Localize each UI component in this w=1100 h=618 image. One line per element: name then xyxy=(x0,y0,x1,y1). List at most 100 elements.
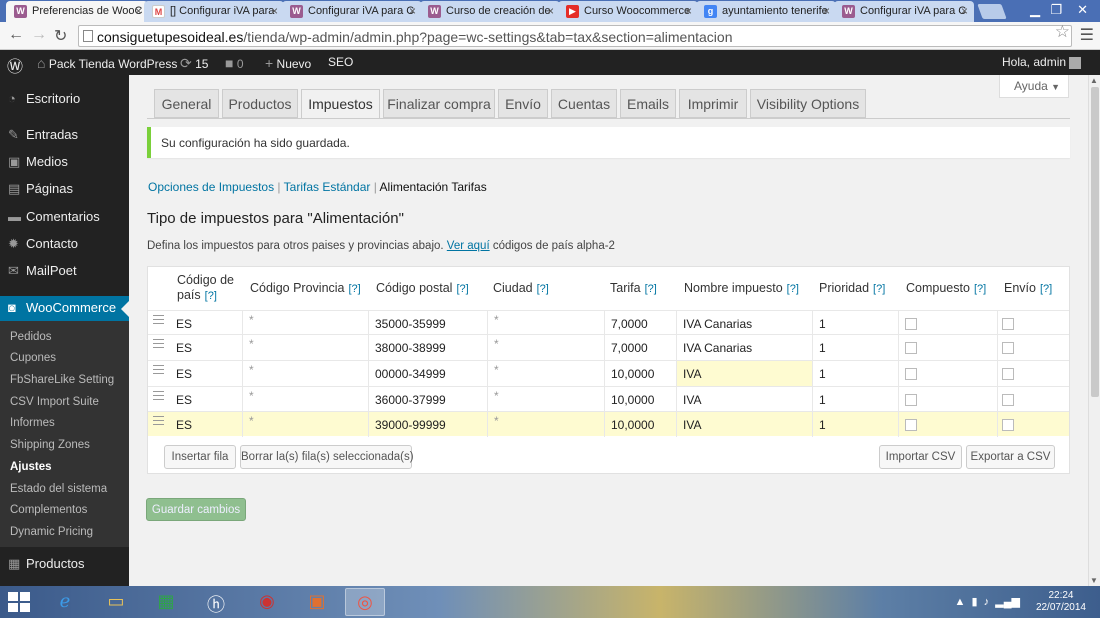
state-input[interactable]: * xyxy=(242,412,368,437)
tab-visibility-options[interactable]: Visibility Options xyxy=(750,89,866,118)
rate-input[interactable]: 7,0000 xyxy=(604,335,676,360)
menu-products[interactable]: ▦ Productos xyxy=(8,556,85,572)
scroll-up-arrow-icon[interactable]: ▲ xyxy=(1090,76,1098,85)
submenu-coupons[interactable]: Cupones xyxy=(10,352,56,364)
back-arrow-icon[interactable]: ← xyxy=(8,26,24,44)
tax-name-input[interactable]: IVA xyxy=(676,387,812,412)
drag-handle-icon[interactable] xyxy=(153,391,164,403)
country-input[interactable]: ES xyxy=(170,387,242,412)
forward-arrow-icon[interactable]: → xyxy=(31,26,47,44)
postcode-input[interactable]: 38000-38999 xyxy=(368,335,487,360)
browser-tab-2[interactable]: M [] Configurar iVA para × xyxy=(144,1,284,22)
shipping-checkbox[interactable] xyxy=(1002,394,1014,406)
priority-input[interactable]: 1 xyxy=(812,335,898,360)
browser-tab-1[interactable]: W Preferencias de WooC × xyxy=(6,1,148,22)
table-row[interactable]: ES * 35000-35999 * 7,0000 IVA Canarias 1 xyxy=(148,310,1069,336)
country-input[interactable]: ES xyxy=(170,335,242,360)
priority-input[interactable]: 1 xyxy=(812,311,898,336)
drag-handle-icon[interactable] xyxy=(153,416,164,428)
close-tab-icon[interactable]: × xyxy=(961,4,968,18)
tax-name-input[interactable]: IVA Canarias xyxy=(676,335,812,360)
close-tab-icon[interactable]: × xyxy=(685,4,692,18)
submenu-reports[interactable]: Informes xyxy=(10,417,55,429)
comments-link[interactable]: ■ 0 xyxy=(225,55,244,71)
my-account-link[interactable]: Hola, admin xyxy=(1002,55,1082,69)
compound-checkbox[interactable] xyxy=(905,342,917,354)
rate-input[interactable]: 10,0000 xyxy=(604,387,676,412)
compound-checkbox[interactable] xyxy=(905,318,917,330)
tax-name-input[interactable]: IVA xyxy=(676,412,812,437)
close-tab-icon[interactable]: × xyxy=(409,4,416,18)
table-row[interactable]: ES * 39000-99999 * 10,0000 IVA 1 xyxy=(148,411,1069,437)
submenu-fbsharelike[interactable]: FbShareLike Setting xyxy=(10,374,114,386)
menu-pages[interactable]: ▤ Páginas xyxy=(8,181,73,197)
state-input[interactable]: * xyxy=(242,387,368,412)
city-input[interactable]: * xyxy=(487,335,604,360)
country-codes-link[interactable]: Ver aquí xyxy=(447,240,490,252)
internet-explorer-icon[interactable]: ℯ xyxy=(45,588,85,616)
table-row[interactable]: ES * 38000-38999 * 7,0000 IVA Canarias 1 xyxy=(148,334,1069,360)
priority-input[interactable]: 1 xyxy=(812,361,898,386)
rate-input[interactable]: 7,0000 xyxy=(604,311,676,336)
new-tab-button[interactable] xyxy=(977,4,1007,19)
drag-handle-icon[interactable] xyxy=(153,365,164,377)
chrome-icon[interactable]: ◎ xyxy=(345,588,385,616)
help-tip-icon[interactable]: [?] xyxy=(537,283,549,295)
close-tab-icon[interactable]: × xyxy=(135,4,142,18)
state-input[interactable]: * xyxy=(242,361,368,386)
priority-input[interactable]: 1 xyxy=(812,412,898,437)
shipping-checkbox[interactable] xyxy=(1002,419,1014,431)
tab-print[interactable]: Imprimir xyxy=(679,89,747,118)
help-tip-icon[interactable]: [?] xyxy=(349,283,361,295)
submenu-system-status[interactable]: Estado del sistema xyxy=(10,483,107,495)
browser-tab-5[interactable]: ▶ Curso Woocommerce × xyxy=(558,1,698,22)
postcode-input[interactable]: 35000-35999 xyxy=(368,311,487,336)
menu-mailpoet[interactable]: ✉ MailPoet xyxy=(8,263,77,279)
hp-icon[interactable]: ⓗ xyxy=(196,588,236,616)
postcode-input[interactable]: 36000-37999 xyxy=(368,387,487,412)
help-tip-icon[interactable]: [?] xyxy=(974,283,986,295)
new-content-link[interactable]: + Nuevo xyxy=(265,55,311,71)
tax-options-link[interactable]: Opciones de Impuestos xyxy=(148,180,274,194)
tab-shipping[interactable]: Envío xyxy=(498,89,548,118)
menu-dashboard[interactable]: ◔ Escritorio xyxy=(8,91,80,106)
city-input[interactable]: * xyxy=(487,387,604,412)
tab-general[interactable]: General xyxy=(154,89,219,118)
close-tab-icon[interactable]: × xyxy=(547,4,554,18)
city-input[interactable]: * xyxy=(487,311,604,336)
submenu-orders[interactable]: Pedidos xyxy=(10,331,52,343)
page-scrollbar[interactable]: ▲ ▼ xyxy=(1088,75,1100,586)
postcode-input[interactable]: 39000-99999 xyxy=(368,412,487,437)
updates-link[interactable]: ⟳ 15 xyxy=(180,55,208,72)
tab-products[interactable]: Productos xyxy=(222,89,298,118)
seo-link[interactable]: SEO xyxy=(328,55,353,69)
country-input[interactable]: ES xyxy=(170,412,242,437)
windows-start-icon[interactable] xyxy=(8,592,30,612)
menu-contact[interactable]: ✹ Contacto xyxy=(8,236,78,252)
volume-icon[interactable]: ♪ xyxy=(984,596,990,608)
chrome-menu-icon[interactable]: ☰ xyxy=(1080,25,1094,45)
country-input[interactable]: ES xyxy=(170,361,242,386)
close-tab-icon[interactable]: × xyxy=(271,4,278,18)
browser-tab-7[interactable]: W Configurar iVA para C × xyxy=(834,1,974,22)
drag-handle-icon[interactable] xyxy=(153,315,164,327)
tax-name-input[interactable]: IVA Canarias xyxy=(676,311,812,336)
rate-input[interactable]: 10,0000 xyxy=(604,412,676,437)
submenu-settings[interactable]: Ajustes xyxy=(10,461,52,473)
menu-woocommerce[interactable]: ◙ WooCommerce xyxy=(0,296,129,321)
menu-posts[interactable]: ✎ Entradas xyxy=(8,127,78,143)
priority-input[interactable]: 1 xyxy=(812,387,898,412)
compound-checkbox[interactable] xyxy=(905,368,917,380)
browser-tab-6[interactable]: g ayuntamiento tenerife × xyxy=(696,1,836,22)
rate-input[interactable]: 10,0000 xyxy=(604,361,676,386)
save-changes-button[interactable]: Guardar cambios xyxy=(146,498,246,521)
city-input[interactable]: * xyxy=(487,412,604,437)
tray-arrow-icon[interactable]: ▲ xyxy=(954,596,965,608)
menu-media[interactable]: ▣ Medios xyxy=(8,154,68,170)
export-csv-button[interactable]: Exportar a CSV xyxy=(966,445,1055,469)
reload-icon[interactable]: ↻ xyxy=(54,26,67,46)
standard-rates-link[interactable]: Tarifas Estándar xyxy=(284,180,371,194)
store-icon[interactable]: ▦ xyxy=(146,588,186,616)
minimize-icon[interactable]: ▁ xyxy=(1030,2,1040,18)
tab-tax[interactable]: Impuestos xyxy=(301,89,380,119)
